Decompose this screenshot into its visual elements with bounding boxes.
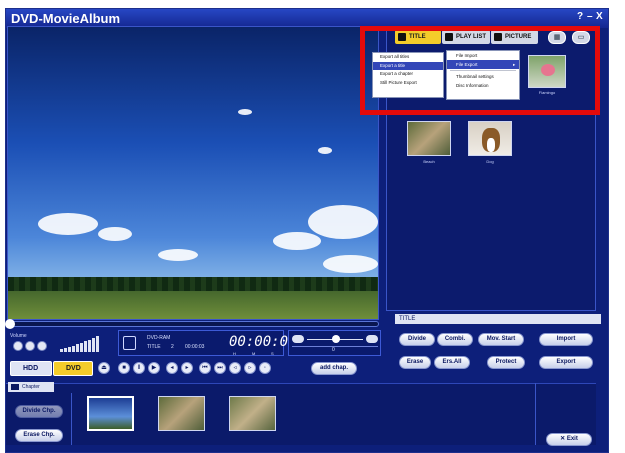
title-caption: Beach [423, 159, 435, 164]
title-label: TITLE [147, 344, 161, 350]
move-start-button[interactable]: Mov. Start [478, 333, 524, 346]
volume-label: Volume [10, 333, 27, 339]
highlight-box [360, 26, 600, 115]
mute-button[interactable] [37, 341, 47, 351]
frame-back-icon[interactable]: ◃ [229, 362, 241, 374]
divide-chapter-button[interactable]: Divide Chp. [15, 405, 63, 418]
frame-forward-icon[interactable]: ▹ [244, 362, 256, 374]
app-title: DVD-MovieAlbum [11, 11, 121, 26]
skip-back-icon[interactable]: ⏮ [199, 362, 211, 374]
seek-handle[interactable] [5, 319, 15, 329]
speed-value: 0 [332, 347, 335, 353]
chapter-thumbnail[interactable] [87, 396, 134, 431]
protect-button[interactable]: Protect [487, 356, 525, 369]
title-thumbnail-beach[interactable] [407, 121, 451, 156]
skip-forward-icon[interactable]: ⏭ [214, 362, 226, 374]
add-chapter-button[interactable]: add chap. [311, 362, 357, 375]
stop-icon[interactable]: ■ [118, 362, 130, 374]
fast-forward-icon[interactable]: ▸ [181, 362, 193, 374]
media-type: DVD-RAM [147, 335, 171, 341]
fast-icon[interactable] [366, 335, 378, 343]
minimize-button[interactable]: – [587, 11, 593, 22]
volume-level[interactable] [60, 336, 102, 352]
title-thumbnail-dog[interactable] [468, 121, 512, 156]
play-icon[interactable]: ▶ [148, 362, 160, 374]
playback-time: 00:00:00 [229, 334, 297, 350]
export-button[interactable]: Export [539, 356, 593, 369]
title-caption: Dog [486, 159, 494, 164]
eject-icon[interactable]: ⏏ [98, 362, 110, 374]
exit-button[interactable]: ✕ Exit [546, 433, 592, 446]
frame-counter: 00:00:03 [185, 344, 205, 350]
divide-button[interactable]: Divide [399, 333, 435, 346]
time-display: DVD-RAM TITLE 2 00:00:03 00:00:00 H M S [118, 330, 296, 356]
panel-section-label: TITLE [395, 314, 601, 324]
erase-all-button[interactable]: Ers.All [434, 356, 470, 369]
disc-icon [123, 336, 136, 350]
import-button[interactable]: Import [539, 333, 593, 346]
seek-bar[interactable] [5, 319, 379, 329]
speed-slider-panel: 0 [288, 330, 381, 356]
slow-play-icon[interactable]: ◦ [259, 362, 271, 374]
drive-dvd-button[interactable]: DVD [53, 361, 93, 376]
help-button[interactable]: ? [577, 11, 583, 22]
chapter-thumbnail[interactable] [158, 396, 205, 431]
close-button[interactable]: X [596, 11, 603, 22]
erase-button[interactable]: Erase [399, 356, 431, 369]
erase-chapter-button[interactable]: Erase Chp. [15, 429, 63, 442]
chapter-thumbnail[interactable] [229, 396, 276, 431]
volume-up-button[interactable] [25, 341, 35, 351]
tab-chapter[interactable]: Chapter [8, 382, 54, 392]
slow-icon[interactable] [292, 335, 304, 343]
combine-button[interactable]: Combi. [437, 333, 473, 346]
drive-hdd-button[interactable]: HDD [10, 361, 52, 376]
rewind-icon[interactable]: ◂ [166, 362, 178, 374]
title-number: 2 [171, 344, 174, 350]
video-preview[interactable] [7, 26, 379, 320]
volume-down-button[interactable] [13, 341, 23, 351]
speed-handle[interactable] [332, 335, 340, 343]
chapter-icon [11, 384, 19, 390]
pause-icon[interactable]: Ⅱ [133, 362, 145, 374]
